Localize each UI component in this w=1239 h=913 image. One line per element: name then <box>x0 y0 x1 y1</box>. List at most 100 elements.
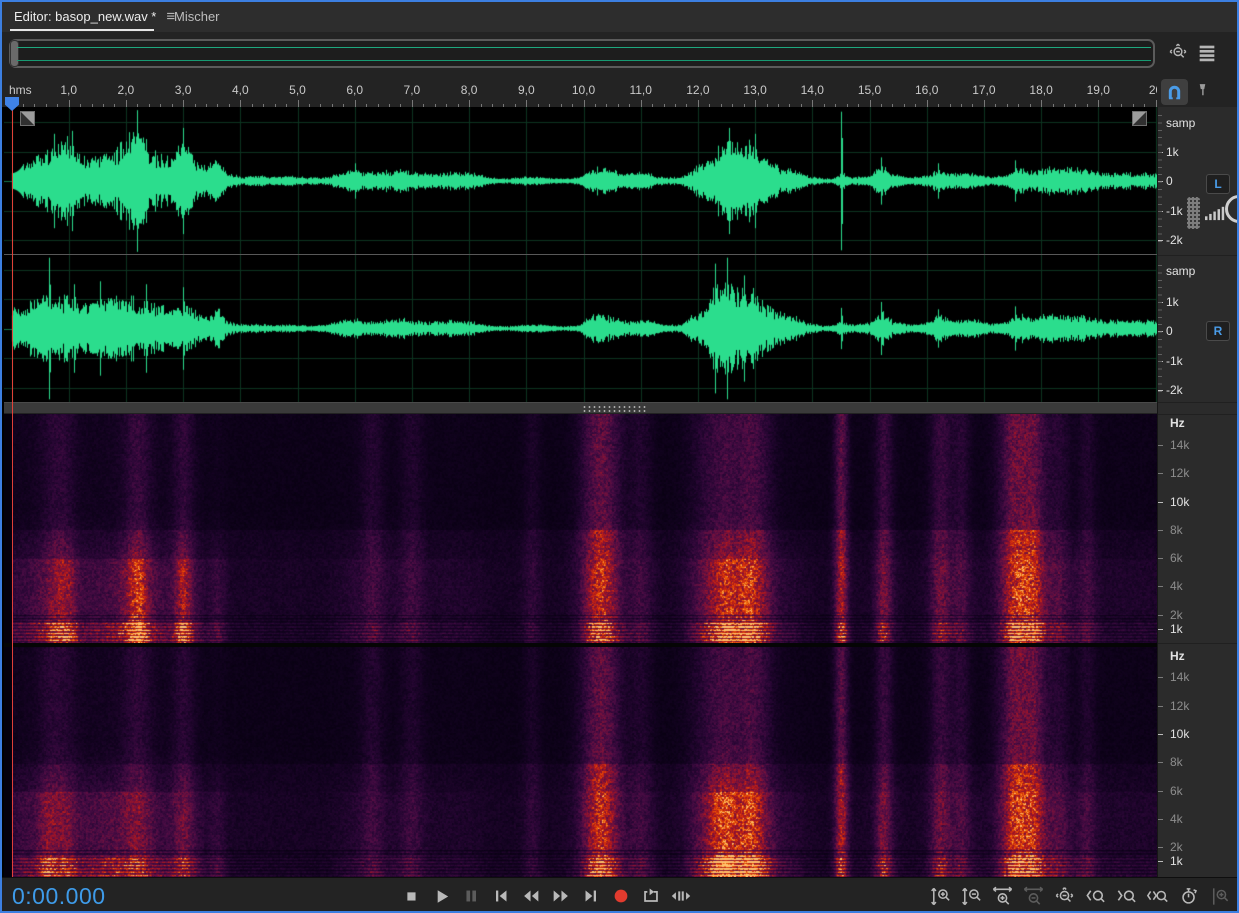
axis-minor-ticks <box>1158 115 1162 247</box>
transport-buttons <box>396 878 696 913</box>
fast-forward-button[interactable] <box>546 878 576 913</box>
volume-hud-drag-handle[interactable] <box>1187 197 1200 229</box>
stop-button[interactable] <box>396 878 426 913</box>
ruler-tick <box>870 100 871 107</box>
ruler-tick <box>1156 100 1157 107</box>
editor-area: L R samp1k0-1k-2ksamp1k0-1k-2kHz14k12k10… <box>2 107 1239 877</box>
panel-list-icon[interactable] <box>1196 42 1218 64</box>
ruler-tick <box>584 100 585 107</box>
ruler-tick <box>641 100 642 107</box>
zoom-out-vertical-button[interactable] <box>956 878 987 913</box>
rewind-button[interactable] <box>516 878 546 913</box>
ruler-time-label: 17,0 <box>972 83 995 97</box>
ruler-time-label: 15,0 <box>858 83 881 97</box>
axis-tick <box>1158 445 1163 446</box>
overview-navigator <box>2 32 1237 78</box>
loop-playback-button[interactable] <box>636 878 666 913</box>
channel-separator <box>4 254 1157 255</box>
zoom-out-horizontal-button <box>1018 878 1049 913</box>
ruler-tick <box>469 100 470 107</box>
axis-tick <box>1158 677 1163 678</box>
ruler-time-label: 10,0 <box>572 83 595 97</box>
panel-separator <box>1158 402 1237 403</box>
frequency-label: 8k <box>1170 523 1183 537</box>
timer-record-button[interactable] <box>1173 878 1204 913</box>
skip-to-end-button[interactable] <box>576 878 606 913</box>
zoom-toolbar <box>925 878 1235 913</box>
ruler-tick <box>69 100 70 107</box>
overview-scrollbar-handle[interactable] <box>10 40 19 67</box>
spectrogram-canvas-right[interactable] <box>4 647 1157 877</box>
zoom-out-full-button[interactable] <box>1049 878 1080 913</box>
tab-editor[interactable]: Editor: basop_new.wav * ≡ <box>14 2 175 31</box>
samp-unit-left: samp <box>1166 116 1195 130</box>
axis-tick <box>1158 629 1163 630</box>
waveform-canvas-right[interactable] <box>4 255 1157 402</box>
ruler-time-label: 4,0 <box>232 83 249 97</box>
zoom-at-playhead-button <box>1204 878 1235 913</box>
frequency-label: 10k <box>1170 495 1189 509</box>
divider-drag-handle[interactable] <box>582 405 646 412</box>
ruler-tick <box>812 100 813 107</box>
tab-editor-label: Editor: basop_new.wav * <box>14 9 156 24</box>
amplitude-label: -2k <box>1166 383 1183 397</box>
channel-right-button[interactable]: R <box>1206 321 1230 341</box>
spectrogram-canvas-left[interactable] <box>4 414 1157 643</box>
zoom-out-full-icon[interactable] <box>1167 42 1189 64</box>
frequency-label: 14k <box>1170 438 1189 452</box>
timeline-ruler[interactable]: hms 1,02,03,04,05,06,07,08,09,010,011,01… <box>2 78 1237 107</box>
record-button[interactable] <box>606 878 636 913</box>
frequency-label: 12k <box>1170 699 1189 713</box>
ruler-time-label: 13,0 <box>743 83 766 97</box>
ruler-tick <box>984 100 985 107</box>
frequency-label: 14k <box>1170 670 1189 684</box>
skip-selection-button[interactable] <box>666 878 696 913</box>
ruler-time-label: 3,0 <box>175 83 192 97</box>
frequency-label: 4k <box>1170 579 1183 593</box>
snap-magnet-toggle[interactable] <box>1161 79 1188 105</box>
axis-tick <box>1158 762 1163 763</box>
overview-scrollbar[interactable] <box>9 39 1155 68</box>
zoom-to-out-point-button[interactable] <box>1111 878 1142 913</box>
ruler-time-label: 12,0 <box>686 83 709 97</box>
hz-unit-right: Hz <box>1170 649 1185 663</box>
hz-unit-left: Hz <box>1170 416 1185 430</box>
zoom-to-in-point-button[interactable] <box>1080 878 1111 913</box>
ruler-tick <box>755 100 756 107</box>
ruler-time-label: 8,0 <box>461 83 478 97</box>
ruler-time-label: 7,0 <box>404 83 421 97</box>
frequency-label: 2k <box>1170 840 1183 854</box>
waveform-spectrogram-divider[interactable] <box>4 402 1239 414</box>
tab-mischer[interactable]: Mischer <box>174 2 220 31</box>
zoom-to-selection-button[interactable] <box>1142 878 1173 913</box>
waveform-canvas-left[interactable] <box>4 107 1157 255</box>
frequency-label: 12k <box>1170 466 1189 480</box>
fade-in-handle[interactable] <box>20 111 35 126</box>
axis-tick <box>1158 615 1163 616</box>
zoom-in-vertical-button[interactable] <box>925 878 956 913</box>
axis-tick <box>1158 847 1163 848</box>
zoom-in-horizontal-button[interactable] <box>987 878 1018 913</box>
amplitude-label: -1k <box>1166 354 1183 368</box>
play-button[interactable] <box>426 878 456 913</box>
axis-tick <box>1158 502 1163 503</box>
fade-out-handle[interactable] <box>1132 111 1147 126</box>
axis-tick <box>1158 706 1163 707</box>
volume-knob[interactable] <box>1225 195 1237 223</box>
volume-bars-icon[interactable] <box>1203 203 1226 222</box>
ruler-tick <box>698 100 699 107</box>
playhead-line[interactable] <box>12 107 13 877</box>
skip-to-start-button[interactable] <box>486 878 516 913</box>
marker-pin-icon[interactable] <box>1193 81 1212 100</box>
ruler-time-label: 5,0 <box>289 83 306 97</box>
time-display: 0:00.000 <box>12 883 106 910</box>
axis-tick <box>1158 819 1163 820</box>
audition-editor-window: Editor: basop_new.wav * ≡ Mischer hms 1,… <box>0 0 1239 913</box>
ruler-tick <box>183 100 184 107</box>
transport-bar: 0:00.000 <box>2 877 1237 913</box>
overview-waveform-line-left <box>17 47 1151 48</box>
ruler-time-label: 6,0 <box>346 83 363 97</box>
channel-left-button[interactable]: L <box>1206 174 1230 194</box>
panel-separator <box>1158 643 1237 644</box>
ruler-time-label: 18,0 <box>1029 83 1052 97</box>
